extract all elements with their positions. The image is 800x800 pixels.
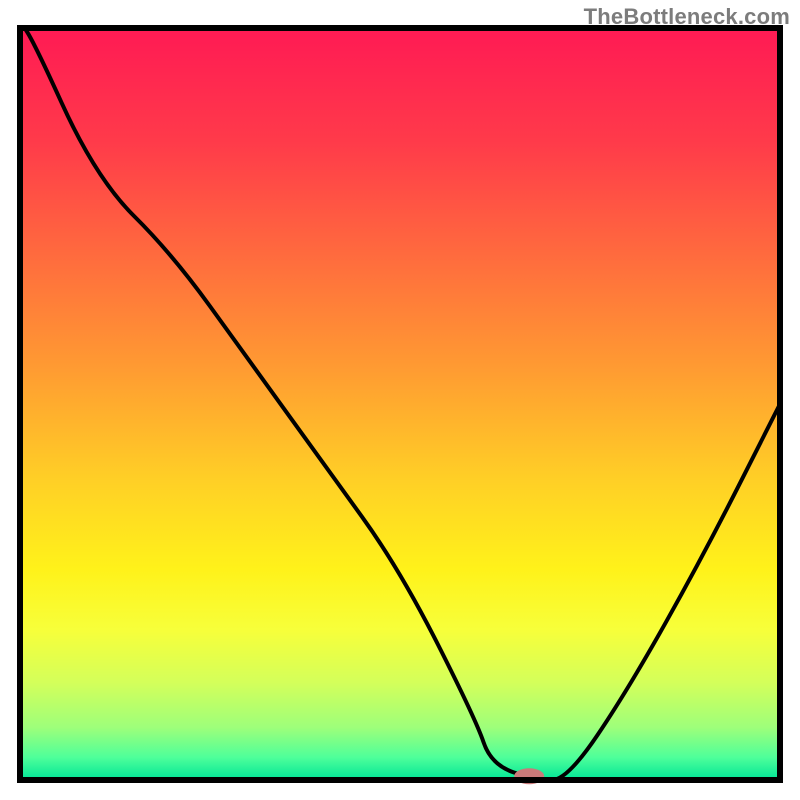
attribution-text: TheBottleneck.com [584, 4, 790, 30]
heat-gradient-background [20, 28, 780, 780]
bottleneck-chart [0, 0, 800, 800]
